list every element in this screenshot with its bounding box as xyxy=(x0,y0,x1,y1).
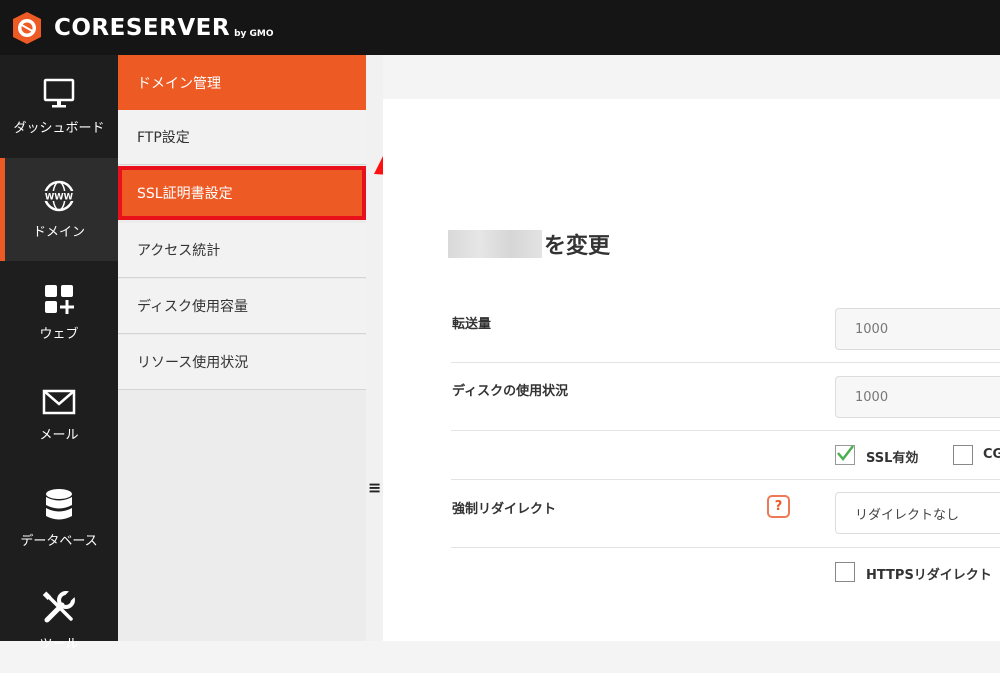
submenu-ftp-settings[interactable]: FTP設定 xyxy=(118,110,366,165)
transfer-label: 転送量 xyxy=(452,317,492,332)
disk-usage-input[interactable]: 1000 xyxy=(835,376,1000,418)
disk-usage-label: ディスクの使用状況 xyxy=(452,384,569,399)
page-title-text: を変更 xyxy=(544,234,611,259)
ssl-enabled-checkbox[interactable] xyxy=(835,445,855,465)
main-content xyxy=(383,99,1000,641)
nav-mail-label: メール xyxy=(39,428,79,443)
checkmark-icon xyxy=(837,445,854,461)
nav-tools[interactable]: ツール xyxy=(0,570,118,673)
https-redirect-checkbox[interactable] xyxy=(835,562,855,582)
main-toolbar-area xyxy=(383,55,1000,99)
submenu-access-stats[interactable]: アクセス統計 xyxy=(118,223,366,278)
help-icon[interactable]: ? xyxy=(767,495,790,518)
monitor-icon xyxy=(43,78,75,108)
brand-name[interactable]: CORESERVER xyxy=(54,15,230,41)
force-redirect-label: 強制リダイレクト xyxy=(452,502,557,517)
brand-sub: by GMO xyxy=(234,28,274,39)
svg-text:WWW: WWW xyxy=(45,193,74,203)
domain-submenu: ドメイン管理 FTP設定 SSL証明書設定 アクセス統計 ディスク使用容量 リソ… xyxy=(118,55,366,641)
transfer-input[interactable]: 1000 xyxy=(835,308,1000,350)
https-redirect-label: HTTPSリダイレクト xyxy=(866,568,992,583)
row-divider xyxy=(451,430,1000,431)
menu-toggle-icon[interactable]: ≡ xyxy=(368,478,381,497)
nav-web-label: ウェブ xyxy=(39,327,79,342)
redacted-domain xyxy=(448,230,542,258)
active-indicator xyxy=(0,158,5,261)
cgi-label: CG xyxy=(983,447,1000,462)
tools-icon xyxy=(42,591,76,623)
submenu-ssl-settings[interactable]: SSL証明書設定 xyxy=(118,166,366,220)
nav-database[interactable]: データベース xyxy=(0,467,118,570)
cgi-checkbox[interactable] xyxy=(953,445,973,465)
top-bar: CORESERVER by GMO xyxy=(0,0,1000,55)
submenu-resource-usage[interactable]: リソース使用状況 xyxy=(118,335,366,390)
www-globe-icon: WWW xyxy=(43,180,75,212)
nav-mail[interactable]: メール xyxy=(0,364,118,467)
nav-tools-label: ツール xyxy=(39,637,79,652)
redirect-select[interactable]: リダイレクトなし xyxy=(835,492,1000,534)
grid-plus-icon xyxy=(45,285,74,314)
row-divider xyxy=(451,362,1000,363)
submenu-disk-usage[interactable]: ディスク使用容量 xyxy=(118,279,366,334)
row-divider xyxy=(451,547,1000,548)
nav-domain[interactable]: WWW ドメイン xyxy=(0,158,118,261)
coreserver-logo-icon[interactable] xyxy=(10,11,44,45)
page-title: を変更 xyxy=(448,228,610,260)
nav-web[interactable]: ウェブ xyxy=(0,261,118,364)
nav-domain-label: ドメイン xyxy=(32,225,85,240)
main-nav-rail: ダッシュボード WWW ドメイン ウェブ メール データベース ツール xyxy=(0,55,118,652)
ssl-enabled-label: SSL有効 xyxy=(866,451,919,466)
database-icon xyxy=(46,489,72,520)
envelope-icon xyxy=(42,389,76,415)
nav-dashboard[interactable]: ダッシュボード xyxy=(0,55,118,158)
nav-dashboard-label: ダッシュボード xyxy=(13,121,105,136)
row-divider xyxy=(451,479,1000,480)
submenu-domain-management[interactable]: ドメイン管理 xyxy=(118,55,366,110)
nav-database-label: データベース xyxy=(20,534,98,549)
